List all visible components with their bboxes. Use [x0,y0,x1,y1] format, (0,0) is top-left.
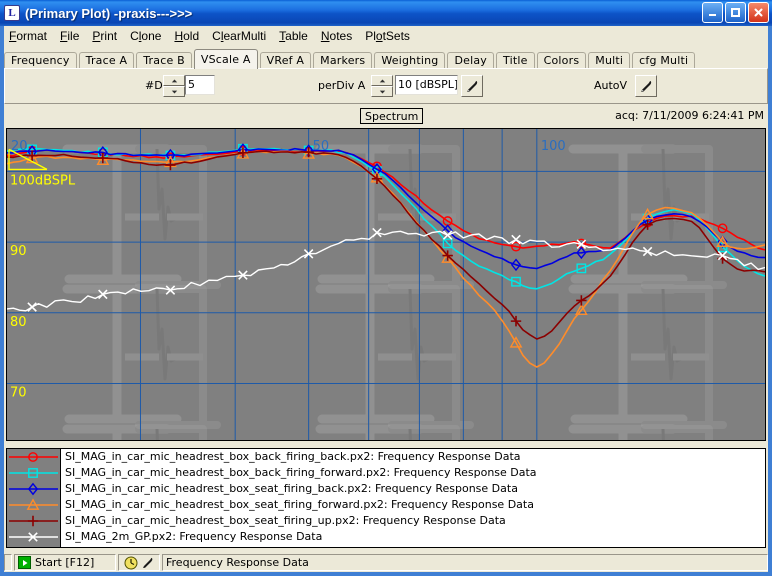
title-bar: L (Primary Plot) -praxis--->>> [0,0,772,26]
menu-label-format: ormat [16,29,47,43]
praxis-primary-plot-window: L (Primary Plot) -praxis--->>> Format Fi… [0,0,772,576]
legend-key-swatches [7,449,60,547]
spectrum-plot[interactable]: 2050100100dBSPL908070 [6,128,766,441]
menu-item-plotsets[interactable]: PlotSets [359,28,417,44]
status-grip [4,554,12,571]
menu-bar: Format File Print Clone Hold ClearMulti … [3,27,769,45]
start-button[interactable]: Start [F12] [14,554,116,571]
legend-row[interactable]: SI_MAG_in_car_mic_headrest_box_back_firi… [61,465,765,481]
tab-trace-a[interactable]: Trace A [79,52,135,69]
svg-text:70: 70 [10,385,27,400]
praxis-logo-icon: L [4,5,20,21]
legend-label: SI_MAG_in_car_mic_headrest_box_seat_firi… [61,513,765,529]
ndiv-stepper[interactable] [163,75,185,97]
menu-item-clone[interactable]: Clone [124,28,168,44]
vscale-toolbar: #Div 5 perDiv A 10 [dBSPL] [4,68,768,104]
ndiv-input[interactable]: 5 [185,75,215,95]
tab-vref-a[interactable]: VRef A [260,52,312,69]
window-title-main: (Primary Plot) [25,6,110,21]
legend-row[interactable]: SI_MAG_in_car_mic_headrest_box_seat_firi… [61,513,765,529]
legend-label: SI_MAG_in_car_mic_headrest_box_seat_firi… [61,497,765,513]
minimize-button[interactable] [702,2,723,23]
tab-delay[interactable]: Delay [447,52,494,69]
plot-canvas: 2050100100dBSPL908070 [7,129,765,440]
menu-item-file[interactable]: File [54,28,86,44]
perdiv-input[interactable]: 10 [dBSPL] [395,75,458,95]
perdiv-stepper-up[interactable] [371,75,393,86]
tab-cfg-multi[interactable]: cfg Multi [632,52,695,69]
svg-text:90: 90 [10,244,27,259]
clock-icon[interactable] [124,556,138,570]
perdiv-pen-icon-button[interactable] [461,75,483,97]
svg-text:50: 50 [313,139,330,154]
tab-trace-b[interactable]: Trace B [136,52,192,69]
pen-icon [639,79,654,94]
autov-label: AutoV [594,79,627,92]
tab-colors[interactable]: Colors [537,52,587,69]
window-title-sub: -praxis--->>> [114,6,192,21]
maximize-button[interactable] [725,2,746,23]
close-button[interactable] [748,2,769,23]
acquisition-timestamp: acq: 7/11/2009 6:24:41 PM [615,109,764,122]
tab-title[interactable]: Title [496,52,535,69]
menu-item-print[interactable]: Print [86,28,124,44]
status-bar: Start [F12] Frequency Response Data [4,553,768,572]
menu-item-format[interactable]: Format [3,28,54,44]
legend-label: SI_MAG_in_car_mic_headrest_box_seat_firi… [61,481,765,497]
legend-row[interactable]: SI_MAG_in_car_mic_headrest_box_seat_firi… [61,481,765,497]
praxis-logo-watermark [67,149,723,440]
plot-legend[interactable]: SI_MAG_in_car_mic_headrest_box_back_firi… [6,448,766,548]
play-icon [18,556,31,569]
spectrum-mode-button[interactable]: Spectrum [360,108,423,124]
tab-multi[interactable]: Multi [588,52,630,69]
svg-text:80: 80 [10,315,27,330]
menu-item-clearmulti[interactable]: ClearMulti [206,28,273,44]
status-tools[interactable] [118,554,160,571]
legend-row[interactable]: SI_MAG_in_car_mic_headrest_box_back_firi… [61,449,765,465]
svg-text:100dBSPL: 100dBSPL [10,173,76,188]
menu-item-table[interactable]: Table [273,28,315,44]
legend-label-column: SI_MAG_in_car_mic_headrest_box_back_firi… [61,449,765,547]
autov-pen-icon-button[interactable] [635,75,657,97]
plot-subheader: Spectrum acq: 7/11/2009 6:24:41 PM [4,107,768,127]
legend-row[interactable]: SI_MAG_in_car_mic_headrest_box_seat_firi… [61,497,765,513]
tab-frequency[interactable]: Frequency [4,52,77,69]
window-title: (Primary Plot) -praxis--->>> [25,6,192,21]
svg-text:100: 100 [541,139,566,154]
legend-row[interactable]: SI_MAG_2m_GP.px2: Frequency Response Dat… [61,529,765,545]
perdiv-stepper[interactable] [371,75,393,97]
window-buttons [702,2,769,23]
perdiv-label: perDiv A [318,79,365,92]
tab-weighting[interactable]: Weighting [374,52,445,69]
legend-key-column [7,449,61,547]
tab-strip: Frequency Trace A Trace B VScale A VRef … [4,49,768,69]
legend-label: SI_MAG_in_car_mic_headrest_box_back_firi… [61,465,765,481]
tab-markers[interactable]: Markers [313,52,372,69]
legend-label: SI_MAG_in_car_mic_headrest_box_back_firi… [61,449,765,465]
menu-item-hold[interactable]: Hold [168,28,206,44]
pen-icon[interactable] [141,556,155,570]
tab-vscale-a[interactable]: VScale A [194,49,258,69]
plot-axis-labels: 2050100100dBSPL908070 [9,139,566,400]
menu-item-notes[interactable]: Notes [315,28,359,44]
ndiv-stepper-up[interactable] [163,75,185,86]
pen-icon [465,79,480,94]
perdiv-stepper-down[interactable] [371,86,393,97]
ndiv-stepper-down[interactable] [163,86,185,97]
legend-label: SI_MAG_2m_GP.px2: Frequency Response Dat… [61,529,765,545]
status-message: Frequency Response Data [162,554,768,571]
start-button-label: Start [F12] [35,556,94,569]
